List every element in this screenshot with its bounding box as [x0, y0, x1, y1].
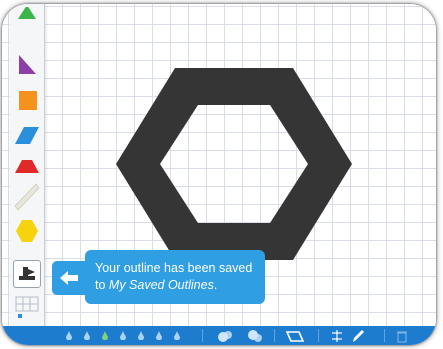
grid-icon — [15, 296, 39, 318]
hexagon-shape-button[interactable] — [14, 218, 40, 244]
grid-canvas[interactable]: Your outline has been saved to My Saved … — [2, 4, 436, 345]
notification-line-2: to My Saved Outlines. — [95, 278, 218, 292]
thin-rhombus-icon — [14, 183, 40, 211]
overlap-button[interactable] — [244, 328, 266, 343]
overlap-circles-icon — [248, 329, 262, 342]
toolbar-divider — [274, 329, 275, 342]
shape-palette — [10, 4, 45, 334]
bottom-toolbar — [2, 326, 436, 345]
color-drop-icon[interactable] — [66, 331, 72, 340]
color-drop-icon[interactable] — [138, 331, 144, 340]
right-triangle-icon — [19, 55, 36, 74]
trash-button[interactable] — [394, 328, 410, 343]
triangle-icon — [18, 7, 36, 19]
saved-outlines-destination: My Saved Outlines — [108, 278, 214, 292]
screen: Your outline has been saved to My Saved … — [0, 0, 443, 349]
color-mix-button[interactable] — [214, 328, 236, 343]
pencil-icon — [353, 329, 364, 342]
rhombus-shape-button[interactable] — [14, 123, 40, 149]
arrow-left-icon — [60, 271, 78, 285]
color-mix-icon — [218, 330, 232, 342]
pencil-button[interactable] — [350, 328, 366, 343]
outline-tool-button[interactable] — [13, 260, 41, 288]
color-drop-icon[interactable] — [120, 331, 126, 340]
square-icon — [19, 91, 37, 110]
stamp-outline-icon — [19, 267, 35, 280]
trash-icon — [397, 331, 407, 342]
parallelogram-outline-icon — [285, 330, 305, 342]
trapezoid-shape-button[interactable] — [14, 154, 40, 180]
app-window: Your outline has been saved to My Saved … — [2, 4, 436, 345]
rhombus-icon — [15, 127, 39, 144]
trapezoid-icon — [15, 160, 39, 173]
saved-notification: Your outline has been saved to My Saved … — [85, 250, 265, 304]
toast-pointer — [52, 261, 86, 295]
triangle-shape-button[interactable] — [14, 4, 40, 30]
color-drop-icon[interactable] — [156, 331, 162, 340]
hexagon-icon — [16, 220, 38, 242]
notification-line-1: Your outline has been saved — [95, 261, 253, 275]
toolbar-divider — [202, 329, 203, 342]
flip-button[interactable] — [328, 328, 346, 343]
square-shape-button[interactable] — [14, 88, 40, 114]
color-drop-icon[interactable] — [102, 331, 108, 340]
right-triangle-shape-button[interactable] — [14, 52, 40, 78]
thin-rhombus-shape-button[interactable] — [14, 183, 40, 211]
grid-tool-button[interactable] — [13, 294, 41, 320]
toolbar-divider — [384, 329, 385, 342]
color-drop-icon[interactable] — [84, 331, 90, 340]
flip-arrows-icon — [332, 329, 342, 342]
toolbar-divider — [318, 329, 319, 342]
parallelogram-outline-button[interactable] — [284, 328, 306, 343]
color-drop-icon[interactable] — [174, 331, 180, 340]
